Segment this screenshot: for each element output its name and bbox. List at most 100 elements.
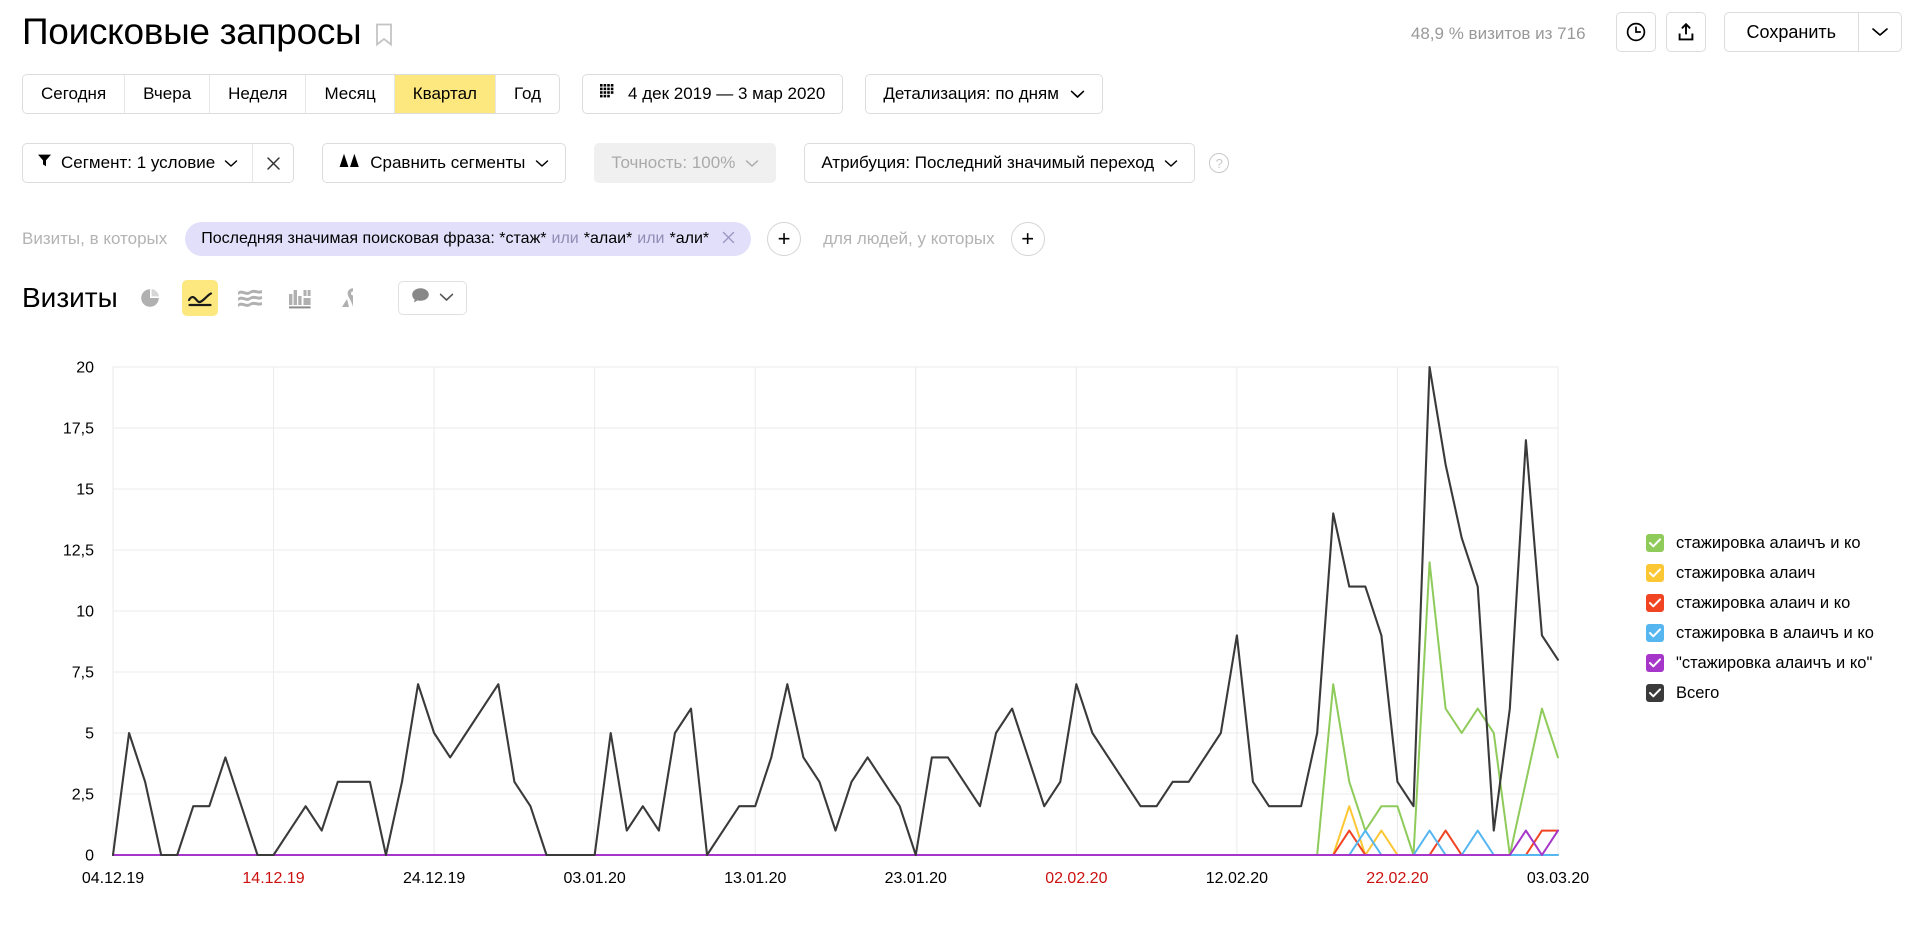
help-question-icon[interactable]: ?	[1209, 153, 1230, 173]
svg-text:13.01.20: 13.01.20	[724, 870, 786, 887]
chart-type-bar-chart-icon[interactable]	[282, 280, 318, 316]
save-button-group: Сохранить	[1723, 12, 1902, 52]
comments-button[interactable]	[397, 281, 467, 315]
add-people-condition-button[interactable]: +	[1010, 222, 1045, 256]
period-tab-yesterday[interactable]: Вчера	[125, 75, 211, 113]
compare-segments-label: Сравнить сегменты	[370, 153, 526, 172]
svg-text:0: 0	[85, 848, 94, 865]
svg-text:20: 20	[76, 360, 94, 377]
period-tab-year[interactable]: Год	[495, 75, 560, 113]
svg-text:23.01.20: 23.01.20	[885, 870, 947, 887]
legend-checkbox-checked-icon[interactable]	[1646, 624, 1664, 642]
condition-chip-or-1: или	[551, 230, 579, 247]
svg-text:10: 10	[76, 604, 94, 621]
period-tab-week[interactable]: Неделя	[210, 75, 307, 113]
save-button[interactable]: Сохранить	[1723, 12, 1858, 52]
legend-label: "стажировка алаичъ и ко"	[1676, 653, 1873, 672]
svg-text:02.02.20: 02.02.20	[1045, 870, 1107, 887]
svg-text:17,5: 17,5	[63, 421, 94, 438]
condition-chip-or-2: или	[637, 230, 665, 247]
svg-text:03.01.20: 03.01.20	[564, 870, 626, 887]
period-tab-today[interactable]: Сегодня	[23, 75, 126, 113]
svg-text:12,5: 12,5	[63, 543, 94, 560]
segment-label: Сегмент: 1 условие	[61, 153, 216, 172]
legend-checkbox-checked-icon[interactable]	[1646, 654, 1664, 672]
legend-label: стажировка алаич	[1676, 563, 1816, 582]
chart-type-map-pin-icon[interactable]	[332, 280, 368, 316]
chart-type-area-stack-icon[interactable]	[232, 280, 268, 316]
segment-condition-row: Визиты, в которых Последняя значимая пои…	[22, 222, 1045, 256]
chevron-down-icon	[535, 153, 549, 173]
chevron-down-icon	[1070, 84, 1085, 104]
legend-item-3[interactable]: стажировка в алаичъ и ко	[1646, 618, 1912, 648]
svg-text:7,5: 7,5	[72, 665, 94, 682]
page-title: Поисковые запросы	[22, 11, 362, 52]
chart-type-pie-chart-icon[interactable]	[132, 280, 168, 316]
legend-checkbox-checked-icon[interactable]	[1646, 534, 1664, 552]
svg-text:5: 5	[85, 726, 94, 743]
visits-condition-label: Визиты, в которых	[22, 229, 168, 248]
add-visit-condition-button[interactable]: +	[767, 222, 802, 256]
chevron-down-icon	[1164, 153, 1178, 173]
filters-toolbar: Сегмент: 1 условие Сравнить сегменты Точ…	[22, 143, 1230, 183]
legend-item-1[interactable]: стажировка алаич	[1646, 558, 1912, 588]
legend-label: Всего	[1676, 683, 1720, 702]
chart-legend: стажировка алаичъ и ко стажировка алаич …	[1646, 528, 1912, 708]
legend-item-0[interactable]: стажировка алаичъ и ко	[1646, 528, 1912, 558]
attribution-button[interactable]: Атрибуция: Последний значимый переход	[804, 143, 1196, 183]
compare-segments-icon	[339, 153, 360, 173]
comment-bubble-icon	[411, 287, 430, 309]
svg-text:04.12.19: 04.12.19	[82, 870, 144, 887]
chart-type-line-chart-icon[interactable]	[181, 280, 218, 316]
period-tab-group: Сегодня Вчера Неделя Месяц Квартал Год	[22, 74, 561, 114]
condition-chip-close-x-icon[interactable]	[722, 229, 735, 249]
period-toolbar: Сегодня Вчера Неделя Месяц Квартал Год 4…	[22, 74, 1103, 114]
condition-chip-value-2: *алаи*	[583, 230, 633, 247]
compare-segments-button[interactable]: Сравнить сегменты	[322, 143, 567, 183]
people-condition-label: для людей, у которых	[823, 229, 995, 248]
chevron-down-icon	[224, 153, 238, 173]
calendar-grid-icon	[600, 83, 617, 105]
segment-button[interactable]: Сегмент: 1 условие	[23, 144, 254, 182]
condition-chip-value-3: *али*	[669, 230, 710, 247]
condition-chip-search-phrase[interactable]: Последняя значимая поисковая фраза: *ста…	[185, 222, 752, 256]
attribution-label: Атрибуция: Последний значимый переход	[821, 153, 1155, 172]
visits-line-chart: 0 2,5 5 7,5 10 12,5 15 17,5 20 04.12.19 14.12.19 24…	[0, 355, 1920, 915]
save-dropdown-chevron-down-icon[interactable]	[1858, 12, 1902, 52]
svg-text:14.12.19: 14.12.19	[242, 870, 304, 887]
visits-summary: 48,9 % визитов из 716	[1410, 24, 1586, 43]
metric-name-label: Визиты	[22, 282, 118, 313]
period-tab-month[interactable]: Месяц	[306, 75, 395, 113]
legend-label: стажировка алаичъ и ко	[1676, 533, 1861, 552]
svg-text:2,5: 2,5	[72, 787, 94, 804]
metric-toolbar: Визиты	[22, 280, 467, 316]
detail-level-button[interactable]: Детализация: по дням	[865, 74, 1103, 114]
legend-checkbox-checked-icon[interactable]	[1646, 684, 1664, 702]
legend-label: стажировка алаич и ко	[1676, 593, 1851, 612]
accuracy-label: Точность: 100%	[611, 153, 736, 172]
metrica-report-page: Поисковые запросы 48,9 % визитов из 716 …	[0, 0, 1920, 925]
svg-text:24.12.19: 24.12.19	[403, 870, 465, 887]
date-range-label: 4 дек 2019 — 3 мар 2020	[628, 84, 826, 103]
segment-button-group: Сегмент: 1 условие	[22, 143, 295, 183]
date-range-button[interactable]: 4 дек 2019 — 3 мар 2020	[582, 74, 844, 114]
svg-text:03.03.20: 03.03.20	[1527, 870, 1589, 887]
svg-text:15: 15	[76, 482, 94, 499]
chart-canvas[interactable]: 0 2,5 5 7,5 10 12,5 15 17,5 20 04.12.19 14.12.19 24…	[0, 355, 1920, 915]
share-upload-icon[interactable]	[1665, 12, 1706, 52]
condition-chip-main-text: Последняя значимая поисковая фраза: *ста…	[201, 230, 547, 247]
bookmark-icon[interactable]	[375, 17, 393, 47]
legend-checkbox-checked-icon[interactable]	[1646, 594, 1664, 612]
period-tab-quarter[interactable]: Квартал	[394, 75, 496, 113]
legend-item-5[interactable]: Всего	[1646, 678, 1912, 708]
clear-segment-close-x-icon[interactable]	[253, 144, 293, 182]
accuracy-button[interactable]: Точность: 100%	[594, 143, 777, 183]
legend-item-4[interactable]: "стажировка алаичъ и ко"	[1646, 648, 1912, 678]
legend-item-2[interactable]: стажировка алаич и ко	[1646, 588, 1912, 618]
clock-icon[interactable]	[1615, 12, 1656, 52]
chevron-down-icon	[439, 289, 454, 307]
svg-text:12.02.20: 12.02.20	[1206, 870, 1268, 887]
chevron-down-icon	[745, 153, 759, 173]
legend-checkbox-checked-icon[interactable]	[1646, 564, 1664, 582]
detail-level-label: Детализация: по дням	[883, 84, 1059, 103]
